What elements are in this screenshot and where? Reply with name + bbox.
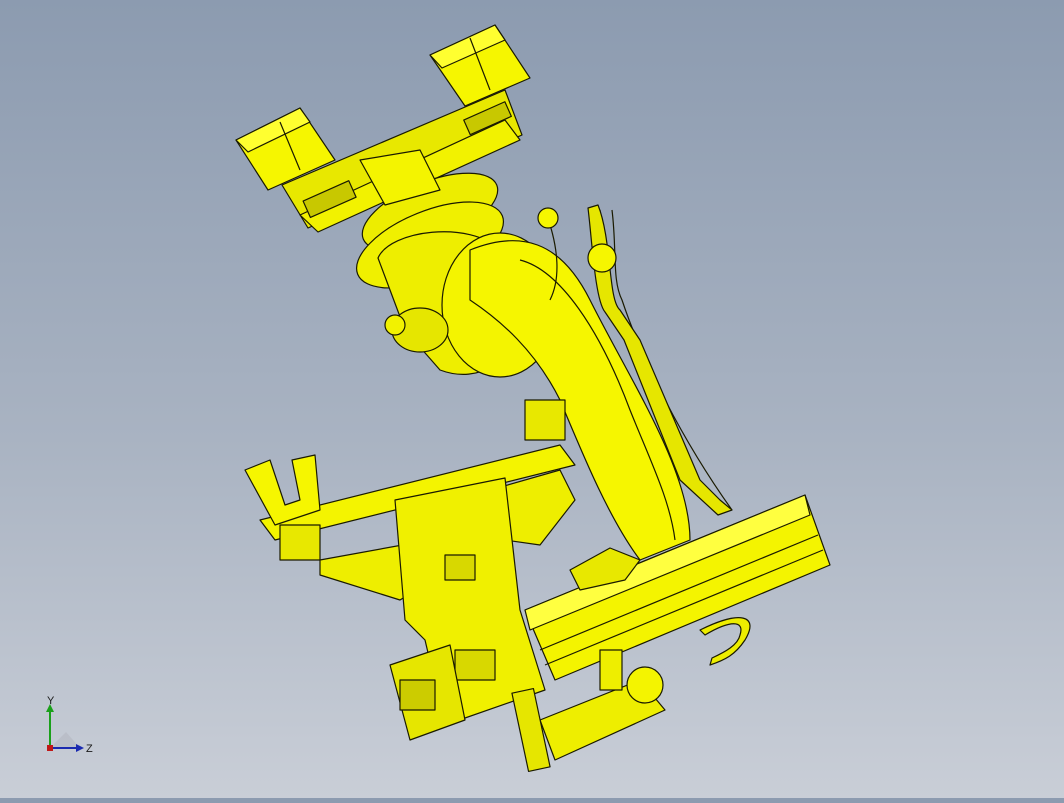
robot-model[interactable]: [0, 0, 1064, 798]
z-axis-arrow: [76, 744, 84, 752]
cad-viewport[interactable]: [0, 0, 1064, 798]
drag-chain: [699, 617, 751, 666]
triad-plane: [50, 732, 80, 748]
z-axis-label: Z: [86, 743, 93, 755]
axis-triad: Y Z: [36, 695, 106, 766]
x-axis-origin: [47, 745, 53, 751]
y-axis-label: Y: [47, 696, 55, 707]
